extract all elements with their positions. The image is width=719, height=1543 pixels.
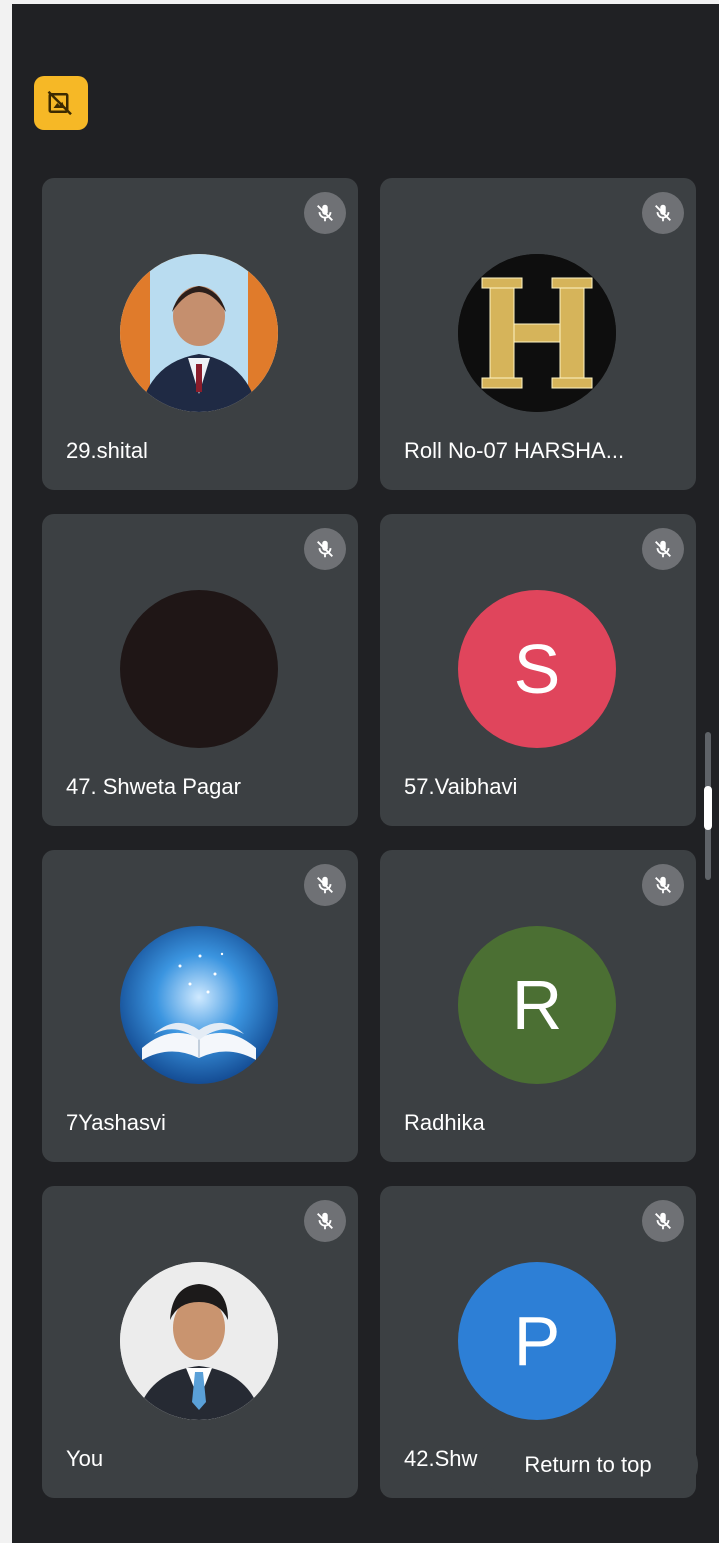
camera-off-icon[interactable]	[34, 76, 88, 130]
participant-tile[interactable]: 29.shital	[42, 178, 358, 490]
mic-off-icon	[304, 1200, 346, 1242]
participant-tile[interactable]: R Radhika	[380, 850, 696, 1162]
avatar	[120, 590, 278, 748]
participant-name: You	[66, 1446, 104, 1471]
meeting-screen: 29.shital Roll No-07 HARSHA... 47. Shwet…	[12, 4, 719, 1543]
avatar-letter: P	[513, 1302, 561, 1380]
participant-name: 47. Shweta Pagar	[66, 774, 241, 799]
mic-off-icon	[304, 192, 346, 234]
mic-off-icon	[304, 864, 346, 906]
avatar: R	[458, 926, 616, 1084]
avatar-letter: R	[511, 966, 563, 1044]
mic-off-icon	[642, 192, 684, 234]
mic-off-icon	[304, 528, 346, 570]
mic-off-icon	[642, 1200, 684, 1242]
mic-off-icon	[642, 864, 684, 906]
participant-tile[interactable]: 47. Shweta Pagar	[42, 514, 358, 826]
avatar: S	[458, 590, 616, 748]
participant-tile[interactable]: 7Yashasvi	[42, 850, 358, 1162]
participant-name: 29.shital	[66, 438, 148, 463]
participant-name: 57.Vaibhavi	[404, 774, 518, 799]
return-to-top-button[interactable]: Return to top	[478, 1438, 698, 1492]
avatar	[120, 254, 278, 412]
participant-tile[interactable]: You	[42, 1186, 358, 1498]
participant-name: Radhika	[404, 1110, 485, 1135]
participant-name: 7Yashasvi	[66, 1110, 166, 1135]
mic-off-icon	[642, 528, 684, 570]
avatar	[120, 926, 278, 1084]
avatar-letter: S	[513, 630, 561, 708]
participant-name: Roll No-07 HARSHA...	[404, 438, 625, 463]
avatar	[458, 254, 616, 412]
participant-tile[interactable]: S 57.Vaibhavi	[380, 514, 696, 826]
avatar: P	[458, 1262, 616, 1420]
scrollbar-thumb[interactable]	[704, 786, 712, 830]
avatar	[120, 1262, 278, 1420]
participant-tile[interactable]: Roll No-07 HARSHA...	[380, 178, 696, 490]
